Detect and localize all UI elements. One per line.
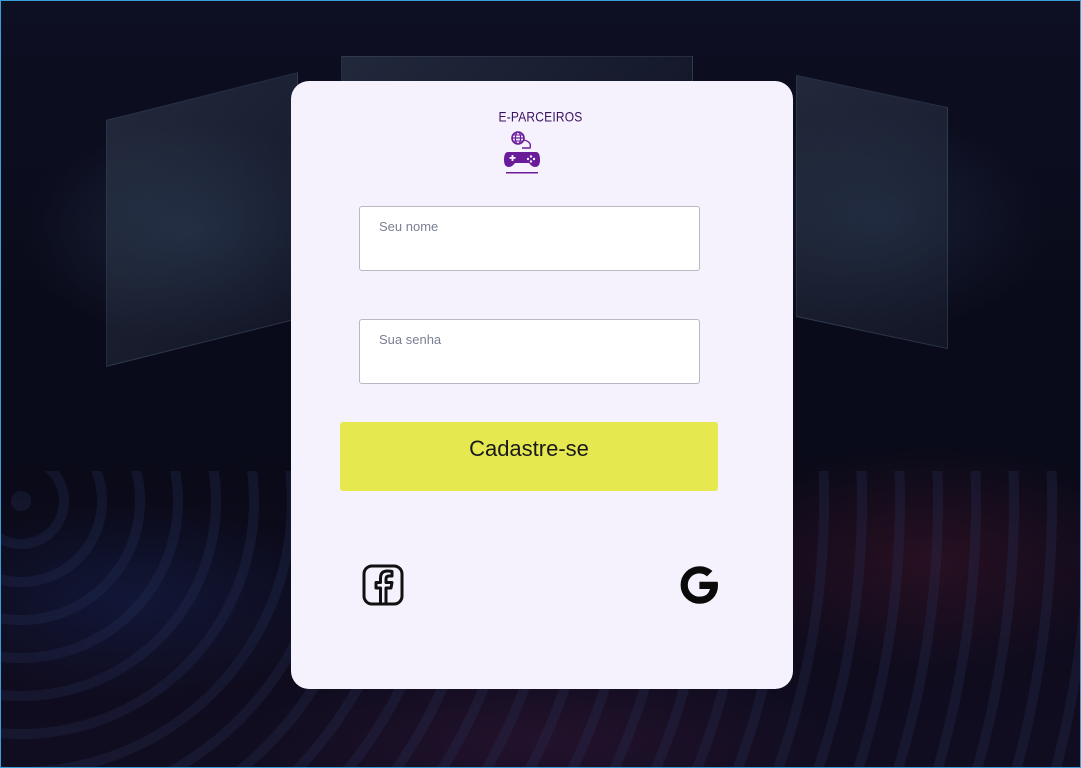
name-input[interactable] bbox=[360, 207, 699, 270]
password-field bbox=[359, 319, 700, 384]
brand-title: E-PARCEIROS bbox=[498, 108, 583, 126]
google-icon[interactable] bbox=[677, 563, 721, 607]
gamepad-globe-icon bbox=[504, 131, 540, 174]
facebook-icon[interactable] bbox=[361, 563, 405, 607]
password-input[interactable] bbox=[360, 320, 699, 383]
name-field bbox=[359, 206, 700, 271]
signup-button[interactable]: Cadastre-se bbox=[340, 422, 718, 491]
